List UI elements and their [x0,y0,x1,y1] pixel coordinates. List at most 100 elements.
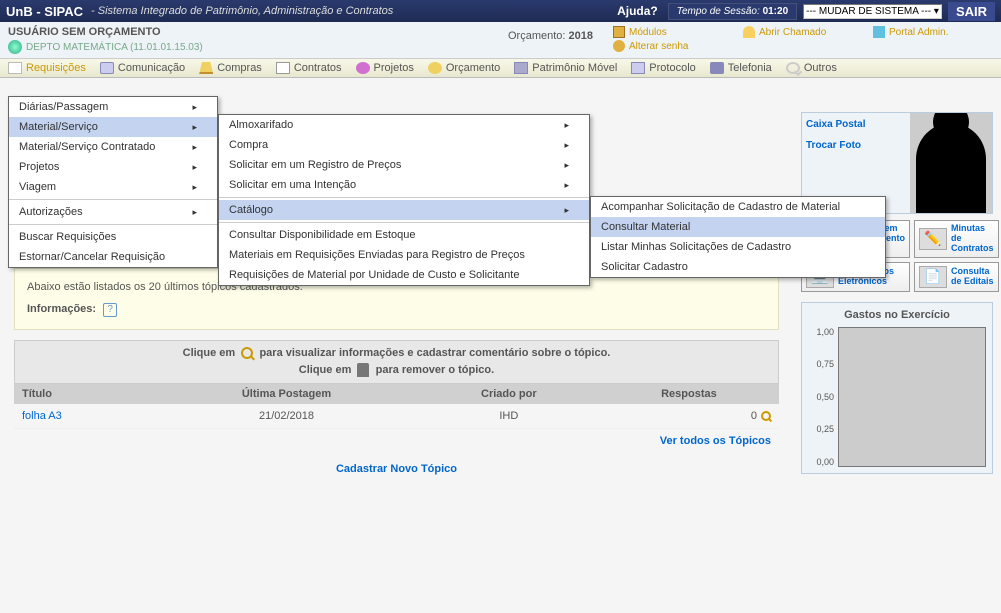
help-link[interactable]: Ajuda? [617,4,658,18]
chevron-right-icon: ▸ [564,180,569,191]
portal-admin-link[interactable]: Portal Admin. [873,26,993,38]
dd-acompanhar-solicitacao[interactable]: Acompanhar Solicitação de Cadastro de Ma… [591,197,885,217]
dd-projetos[interactable]: Projetos▸ [9,157,217,177]
menu-projetos[interactable]: Projetos [356,62,414,74]
chevron-right-icon: ▸ [192,102,197,113]
orcamento-info: Orçamento: 2018 [508,26,593,42]
dd-catalogo[interactable]: Catálogo▸ [219,200,589,220]
dd-listar-solicitacoes[interactable]: Listar Minhas Solicitações de Cadastro [591,237,885,257]
globe-icon [8,40,22,54]
row-criado: IHD [419,404,599,429]
dd-solicitar-intencao[interactable]: Solicitar em uma Intenção▸ [219,175,589,195]
cadastrar-wrap: Cadastrar Novo Tópico [14,453,779,485]
monitor-icon [514,62,528,74]
row-ultima: 21/02/2018 [154,404,419,429]
trash-icon [357,363,369,377]
menu-protocolo[interactable]: Protocolo [631,62,695,74]
dropdown-requisicoes: Diárias/Passagem▸ Material/Serviço▸ Mate… [8,96,218,268]
menu-compras[interactable]: Compras [199,62,262,74]
alterar-senha-link[interactable]: Alterar senha [613,40,733,52]
main-menu-bar: Requisições Comunicação Compras Contrato… [0,59,1001,78]
money-icon [428,62,442,74]
modulos-link[interactable]: Módulos [613,26,733,38]
help-icon[interactable]: ? [103,303,117,317]
ver-todos-link[interactable]: Ver todos os Tópicos [660,435,771,447]
dept-label: DEPTO MATEMÁTICA (11.01.01.15.03) [26,42,203,53]
project-icon [356,62,370,74]
abrir-chamado-link[interactable]: Abrir Chamado [743,26,863,38]
th-respostas: Respostas [599,384,779,404]
chevron-right-icon: ▸ [192,142,197,153]
menu-comunicacao[interactable]: Comunicação [100,62,185,74]
sub-header: USUÁRIO SEM ORÇAMENTO DEPTO MATEMÁTICA (… [0,22,1001,59]
chevron-right-icon: ▸ [192,122,197,133]
chevron-right-icon: ▸ [564,205,569,216]
dd-consultar-disponibilidade[interactable]: Consultar Disponibilidade em Estoque [219,225,589,245]
view-icon[interactable] [761,411,771,421]
dd-autorizacoes[interactable]: Autorizações▸ [9,202,217,222]
hint-box: Clique em para visualizar informações e … [14,340,779,384]
dd-material-contratado[interactable]: Material/Serviço Contratado▸ [9,137,217,157]
user-name: USUÁRIO SEM ORÇAMENTO [8,26,508,38]
orc-year: 2018 [569,30,593,42]
app-subtitle: - Sistema Integrado de Patrimônio, Admin… [91,5,393,17]
search-icon [786,62,800,74]
menu-requisicoes[interactable]: Requisições [8,62,86,74]
menu-patrimonio[interactable]: Patrimônio Móvel [514,62,617,74]
dd-diarias[interactable]: Diárias/Passagem▸ [9,97,217,117]
info-label: Informações: [27,303,96,315]
table-row[interactable]: folha A3 21/02/2018 IHD 0 [14,404,779,429]
menu-outros[interactable]: Outros [786,62,837,74]
menu-telefonia[interactable]: Telefonia [710,62,772,74]
dd-requisicoes-material[interactable]: Requisições de Material por Unidade de C… [219,265,589,285]
minutas-button[interactable]: ✏️Minutas de Contratos [914,220,999,258]
dd-almoxarifado[interactable]: Almoxarifado▸ [219,115,589,135]
chevron-right-icon: ▸ [192,207,197,218]
trocar-foto-link[interactable]: Trocar Foto [806,140,906,151]
header-links: Módulos Abrir Chamado Portal Admin. Alte… [613,26,993,52]
dropdown-catalogo: Acompanhar Solicitação de Cadastro de Ma… [590,196,886,278]
dd-solicitar-registro[interactable]: Solicitar em um Registro de Preços▸ [219,155,589,175]
magnifier-icon [241,347,253,359]
dd-buscar[interactable]: Buscar Requisições [9,227,217,247]
key-icon [613,40,625,52]
consulta-editais-button[interactable]: 📄Consulta de Editais [914,262,999,292]
system-select[interactable]: --- MUDAR DE SISTEMA --- ▾ [803,4,942,19]
dd-material-servico[interactable]: Material/Serviço▸ [9,117,217,137]
orc-label: Orçamento: [508,30,565,42]
th-ultima: Última Postagem [154,384,419,404]
support-icon [743,26,755,38]
caixa-postal-link[interactable]: Caixa Postal [806,119,906,130]
hint-2: Clique em para remover o tópico. [21,363,772,377]
logout-button[interactable]: SAIR [948,2,995,21]
info-line: Informações: ? [27,303,766,317]
session-time: 01:20 [763,6,789,17]
contract-icon [276,62,290,74]
phone-icon [710,62,724,74]
dept-line: DEPTO MATEMÁTICA (11.01.01.15.03) [8,40,508,54]
cadastrar-novo-link[interactable]: Cadastrar Novo Tópico [336,463,457,475]
editais-icon: 📄 [919,266,947,288]
sidebar-right: Caixa Postal Trocar Foto Editar Perfil 📋… [793,78,1001,495]
doc-icon [8,62,22,74]
cart-icon [199,62,213,74]
ytick: 0,75 [808,359,834,369]
dd-consultar-material[interactable]: Consultar Material [591,217,885,237]
dd-estornar[interactable]: Estornar/Cancelar Requisição [9,247,217,267]
admin-icon [873,26,885,38]
dd-viagem[interactable]: Viagem▸ [9,177,217,197]
ytick: 0,25 [808,424,834,434]
dd-materiais-requisicoes[interactable]: Materiais em Requisições Enviadas para R… [219,245,589,265]
chevron-right-icon: ▸ [192,182,197,193]
row-titulo[interactable]: folha A3 [14,404,154,429]
app-logo: UnB - SIPAC [6,4,83,19]
book-icon [100,62,114,74]
silhouette-icon [916,123,986,213]
menu-contratos[interactable]: Contratos [276,62,342,74]
menu-orcamento[interactable]: Orçamento [428,62,500,74]
chevron-right-icon: ▸ [564,160,569,171]
dd-compra[interactable]: Compra▸ [219,135,589,155]
dd-solicitar-cadastro[interactable]: Solicitar Cadastro [591,257,885,277]
row-respostas: 0 [599,404,779,429]
chart-title: Gastos no Exercício [808,309,986,321]
